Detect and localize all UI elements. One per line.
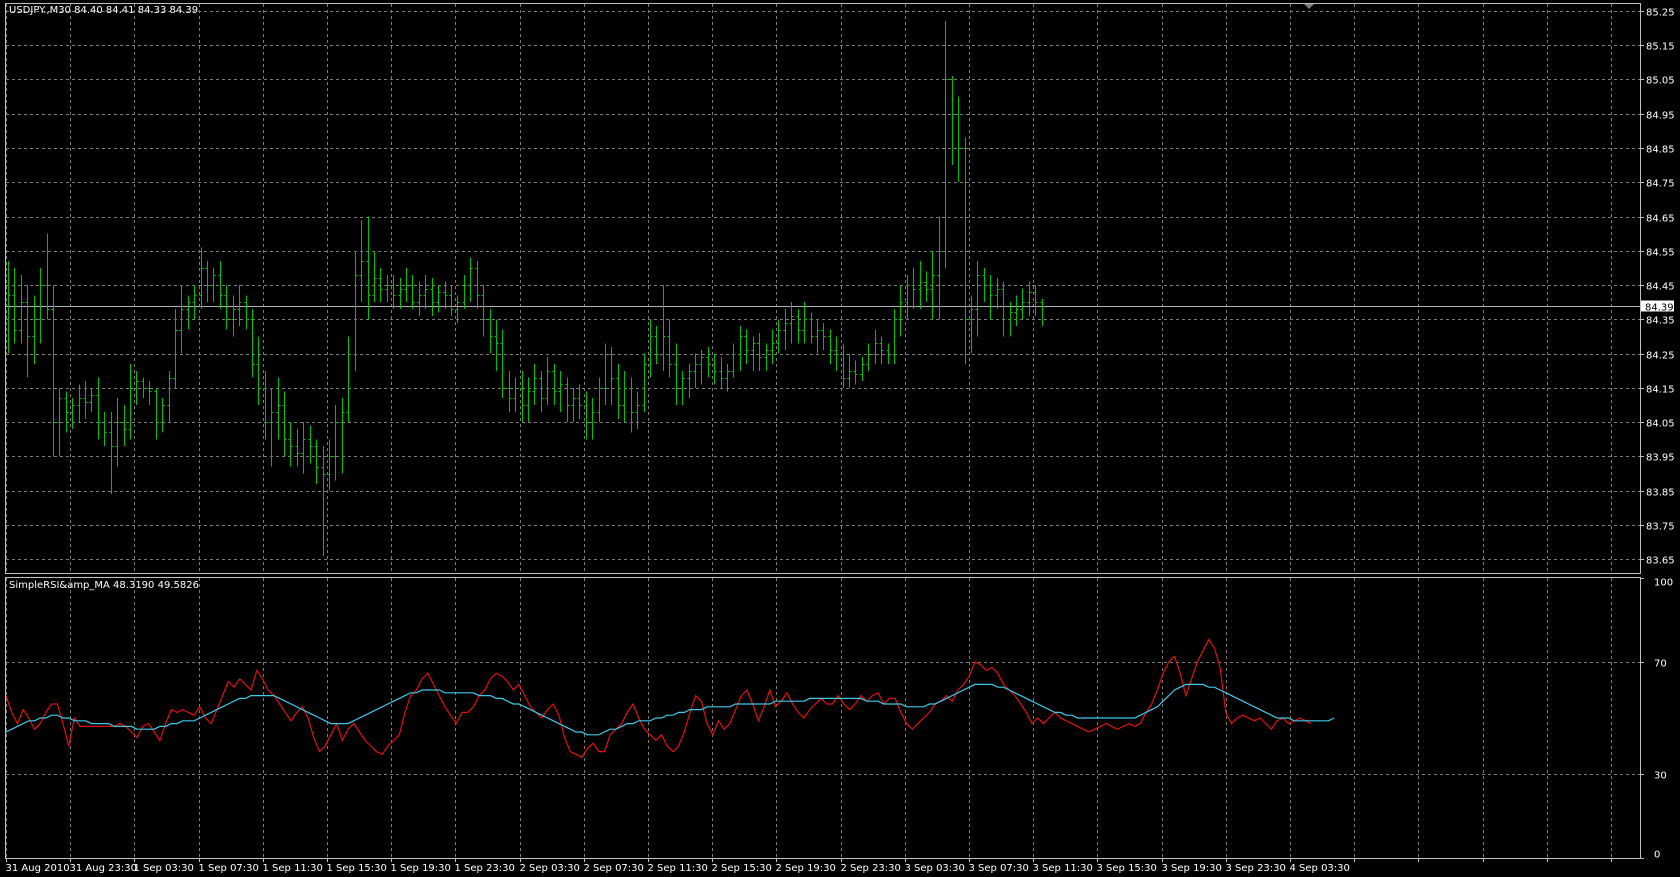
price-tick-label: 84.95 <box>1646 111 1675 122</box>
x-tick-label: 3 Sep 11:30 <box>1033 863 1093 874</box>
x-tick-label: 2 Sep 23:30 <box>841 863 901 874</box>
indicator-tick-label: 30 <box>1654 771 1667 782</box>
indicator-tick-label: 70 <box>1654 659 1667 670</box>
x-tick-label: 3 Sep 23:30 <box>1226 863 1286 874</box>
x-tick-label: 1 Sep 15:30 <box>327 863 387 874</box>
price-tick-label: 83.65 <box>1646 556 1675 567</box>
current-price-label: 84.39 <box>1645 303 1674 314</box>
x-tick-label: 2 Sep 07:30 <box>584 863 644 874</box>
price-tick-label: 84.35 <box>1646 316 1675 327</box>
price-tick-label: 84.15 <box>1646 385 1675 396</box>
x-tick-label: 3 Sep 15:30 <box>1097 863 1157 874</box>
x-tick-label: 2 Sep 15:30 <box>712 863 772 874</box>
price-tick-label: 83.95 <box>1646 453 1675 464</box>
x-tick-label: 1 Sep 11:30 <box>263 863 323 874</box>
indicator-tick-label: 0 <box>1654 850 1660 861</box>
x-tick-label: 1 Sep 19:30 <box>391 863 451 874</box>
x-tick-label: 2 Sep 03:30 <box>520 863 580 874</box>
price-tick-label: 84.05 <box>1646 419 1675 430</box>
x-tick-label: 1 Sep 07:30 <box>199 863 259 874</box>
price-panel-header: USDJPY.,M30 84.40 84.41 84.33 84.39 <box>9 5 198 16</box>
trading-chart[interactable]: 85.25 85.15 85.05 84.95 84.85 84.75 84.65 84.55… <box>0 0 1680 877</box>
x-tick-label: 4 Sep 03:30 <box>1290 863 1350 874</box>
price-tick-label: 85.05 <box>1646 76 1675 87</box>
price-tick-label: 84.75 <box>1646 179 1675 190</box>
x-tick-label: 31 Aug 2010 <box>6 863 70 874</box>
x-tick-label: 3 Sep 19:30 <box>1162 863 1222 874</box>
x-tick-label: 1 Sep 23:30 <box>455 863 515 874</box>
price-tick-label: 84.45 <box>1646 282 1675 293</box>
chart-background <box>0 0 1680 877</box>
x-tick-label: 1 Sep 03:30 <box>134 863 194 874</box>
price-tick-label: 85.15 <box>1646 42 1675 53</box>
x-tick-label: 3 Sep 07:30 <box>969 863 1029 874</box>
price-tick-label: 84.25 <box>1646 351 1675 362</box>
price-tick-label: 83.75 <box>1646 522 1675 533</box>
x-tick-label: 2 Sep 11:30 <box>648 863 708 874</box>
price-tick-label: 83.85 <box>1646 488 1675 499</box>
price-tick-label: 85.25 <box>1646 8 1675 19</box>
price-tick-label: 84.85 <box>1646 145 1675 156</box>
x-tick-label: 31 Aug 23:30 <box>70 863 137 874</box>
indicator-tick-label: 100 <box>1654 578 1673 589</box>
indicator-panel-header: SimpleRSI&amp_MA 48.3190 49.5826 <box>9 580 199 591</box>
x-tick-label: 3 Sep 03:30 <box>905 863 965 874</box>
price-tick-label: 84.55 <box>1646 248 1675 259</box>
price-tick-label: 84.65 <box>1646 214 1675 225</box>
x-tick-label: 2 Sep 19:30 <box>776 863 836 874</box>
